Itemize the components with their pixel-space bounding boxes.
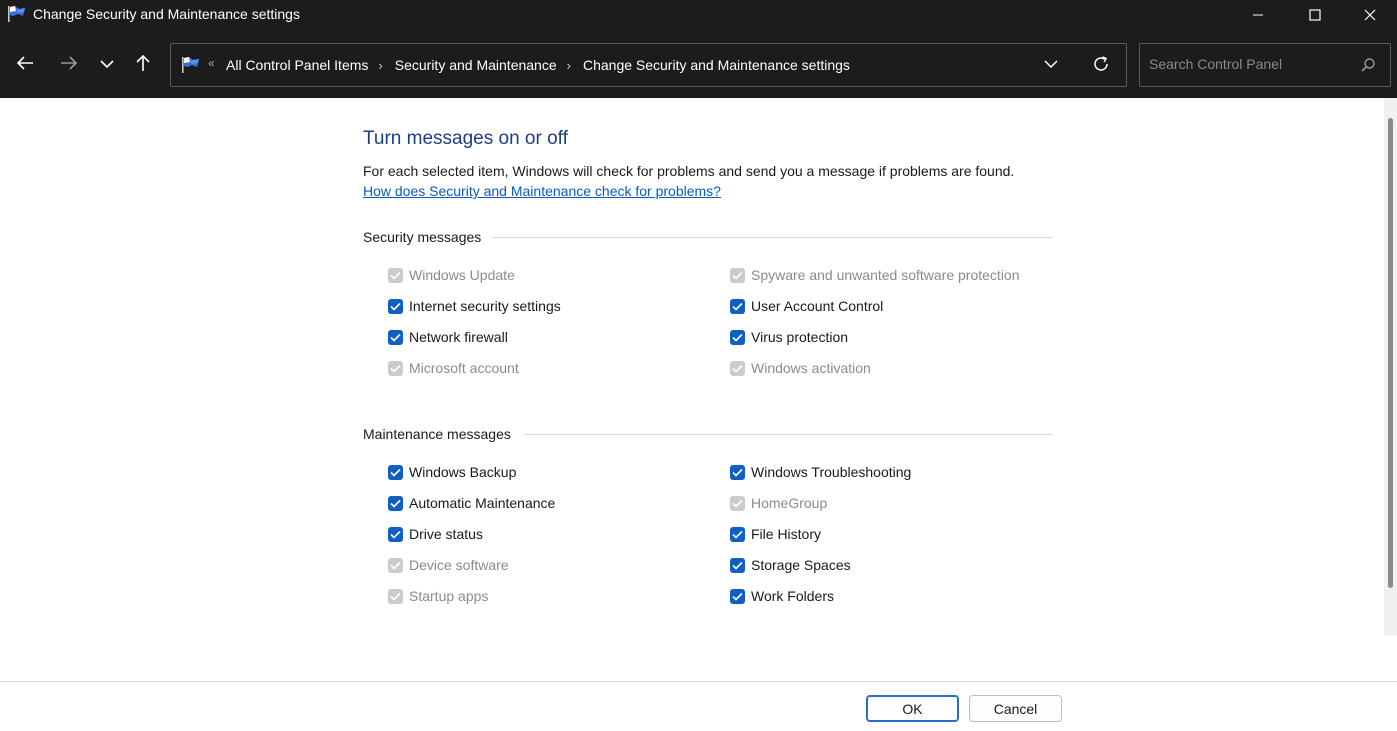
checkbox-microsoft-account: Microsoft account: [388, 360, 519, 376]
checkbox-spyware-and-unwanted-software-protection: Spyware and unwanted software protection: [730, 267, 1020, 283]
maintenance-messages-heading: Maintenance messages: [363, 426, 511, 442]
checkbox-storage-spaces[interactable]: Storage Spaces: [730, 557, 851, 573]
checkbox-label: Spyware and unwanted software protection: [751, 267, 1020, 283]
checkbox-label: Windows Backup: [409, 464, 517, 480]
address-dropdown-icon[interactable]: [1044, 57, 1058, 74]
checkmark-icon: [388, 557, 403, 573]
checkbox-label: User Account Control: [751, 298, 884, 314]
checkbox-label: Work Folders: [751, 588, 834, 604]
breadcrumb-all-control-panel-items[interactable]: All Control Panel Items: [226, 57, 368, 73]
checkmark-icon: [730, 267, 745, 283]
ok-button[interactable]: OK: [866, 695, 959, 722]
checkmark-icon: [730, 588, 745, 604]
checkbox-label: Internet security settings: [409, 298, 561, 314]
arrow-right-icon: [60, 55, 78, 74]
checkbox-label: HomeGroup: [751, 495, 828, 511]
breadcrumb-change-settings[interactable]: Change Security and Maintenance settings: [583, 57, 850, 73]
checkmark-icon: [388, 495, 403, 511]
checkmark-icon: [730, 495, 745, 511]
vertical-scrollbar[interactable]: [1384, 98, 1397, 636]
breadcrumb-separator[interactable]: ›: [567, 58, 571, 73]
flag-icon: [7, 5, 27, 26]
checkmark-icon: [730, 329, 745, 345]
checkbox-startup-apps: Startup apps: [388, 588, 488, 604]
forward-button[interactable]: [55, 50, 83, 78]
checkbox-label: Device software: [409, 557, 509, 573]
checkbox-user-account-control[interactable]: User Account Control: [730, 298, 883, 314]
page-description: For each selected item, Windows will che…: [363, 163, 1015, 179]
minimize-button[interactable]: [1231, 0, 1285, 30]
chevron-down-icon: [100, 56, 114, 72]
section-divider: [493, 237, 1053, 238]
checkbox-file-history[interactable]: File History: [730, 526, 821, 542]
arrow-left-icon: [16, 55, 34, 74]
checkmark-icon: [388, 267, 403, 283]
checkbox-label: Drive status: [409, 526, 483, 542]
checkbox-homegroup: HomeGroup: [730, 495, 827, 511]
title-bar: Change Security and Maintenance settings: [0, 0, 1397, 30]
checkmark-icon: [730, 298, 745, 314]
checkbox-label: Virus protection: [751, 329, 849, 345]
footer-divider: [0, 681, 1397, 682]
checkbox-windows-update: Windows Update: [388, 267, 515, 283]
maximize-icon: [1309, 9, 1321, 21]
checkbox-virus-protection[interactable]: Virus protection: [730, 329, 848, 345]
checkbox-windows-backup[interactable]: Windows Backup: [388, 464, 516, 480]
checkbox-label: Windows activation: [751, 360, 871, 376]
help-link[interactable]: How does Security and Maintenance check …: [363, 183, 721, 199]
section-divider: [525, 434, 1053, 435]
checkmark-icon: [730, 360, 745, 376]
cancel-button[interactable]: Cancel: [969, 695, 1062, 722]
checkbox-label: Network firewall: [409, 329, 508, 345]
breadcrumb-overflow[interactable]: «: [208, 56, 215, 70]
checkbox-device-software: Device software: [388, 557, 509, 573]
checkmark-icon: [730, 557, 745, 573]
checkbox-label: Storage Spaces: [751, 557, 851, 573]
checkmark-icon: [388, 588, 403, 604]
checkbox-windows-activation: Windows activation: [730, 360, 871, 376]
checkmark-icon: [388, 298, 403, 314]
maximize-button[interactable]: [1288, 0, 1342, 30]
scrollbar-thumb[interactable]: [1388, 118, 1393, 588]
page-title: Turn messages on or off: [363, 128, 568, 149]
breadcrumb-security-and-maintenance[interactable]: Security and Maintenance: [395, 57, 557, 73]
checkbox-label: Automatic Maintenance: [409, 495, 556, 511]
navigation-bar: « All Control Panel Items › Security and…: [0, 30, 1397, 98]
checkmark-icon: [388, 526, 403, 542]
checkbox-windows-troubleshooting[interactable]: Windows Troubleshooting: [730, 464, 911, 480]
security-messages-heading: Security messages: [363, 229, 482, 245]
refresh-icon[interactable]: [1092, 55, 1110, 76]
checkbox-label: Windows Update: [409, 267, 515, 283]
checkbox-work-folders[interactable]: Work Folders: [730, 588, 834, 604]
checkmark-icon: [388, 329, 403, 345]
up-button[interactable]: [129, 50, 157, 78]
checkbox-network-firewall[interactable]: Network firewall: [388, 329, 508, 345]
checkbox-label: File History: [751, 526, 822, 542]
back-button[interactable]: [11, 50, 39, 78]
close-icon: [1364, 9, 1376, 21]
minimize-icon: [1252, 9, 1264, 21]
checkmark-icon: [730, 464, 745, 480]
arrow-up-icon: [135, 54, 151, 75]
recent-locations-button[interactable]: [93, 50, 121, 78]
breadcrumb: All Control Panel Items › Security and M…: [226, 57, 850, 73]
checkbox-drive-status[interactable]: Drive status: [388, 526, 483, 542]
window-title: Change Security and Maintenance settings: [33, 6, 300, 22]
checkbox-automatic-maintenance[interactable]: Automatic Maintenance: [388, 495, 555, 511]
search-box[interactable]: [1139, 43, 1391, 87]
close-button[interactable]: [1343, 0, 1397, 30]
checkmark-icon: [388, 360, 403, 376]
checkbox-label: Microsoft account: [409, 360, 519, 376]
search-icon[interactable]: [1360, 57, 1376, 76]
flag-icon: [181, 56, 201, 77]
checkbox-internet-security-settings[interactable]: Internet security settings: [388, 298, 561, 314]
checkmark-icon: [730, 526, 745, 542]
checkmark-icon: [388, 464, 403, 480]
address-bar[interactable]: « All Control Panel Items › Security and…: [170, 43, 1127, 87]
search-input[interactable]: [1149, 56, 1349, 72]
checkbox-label: Windows Troubleshooting: [751, 464, 912, 480]
checkbox-label: Startup apps: [409, 588, 489, 604]
breadcrumb-separator[interactable]: ›: [378, 58, 382, 73]
